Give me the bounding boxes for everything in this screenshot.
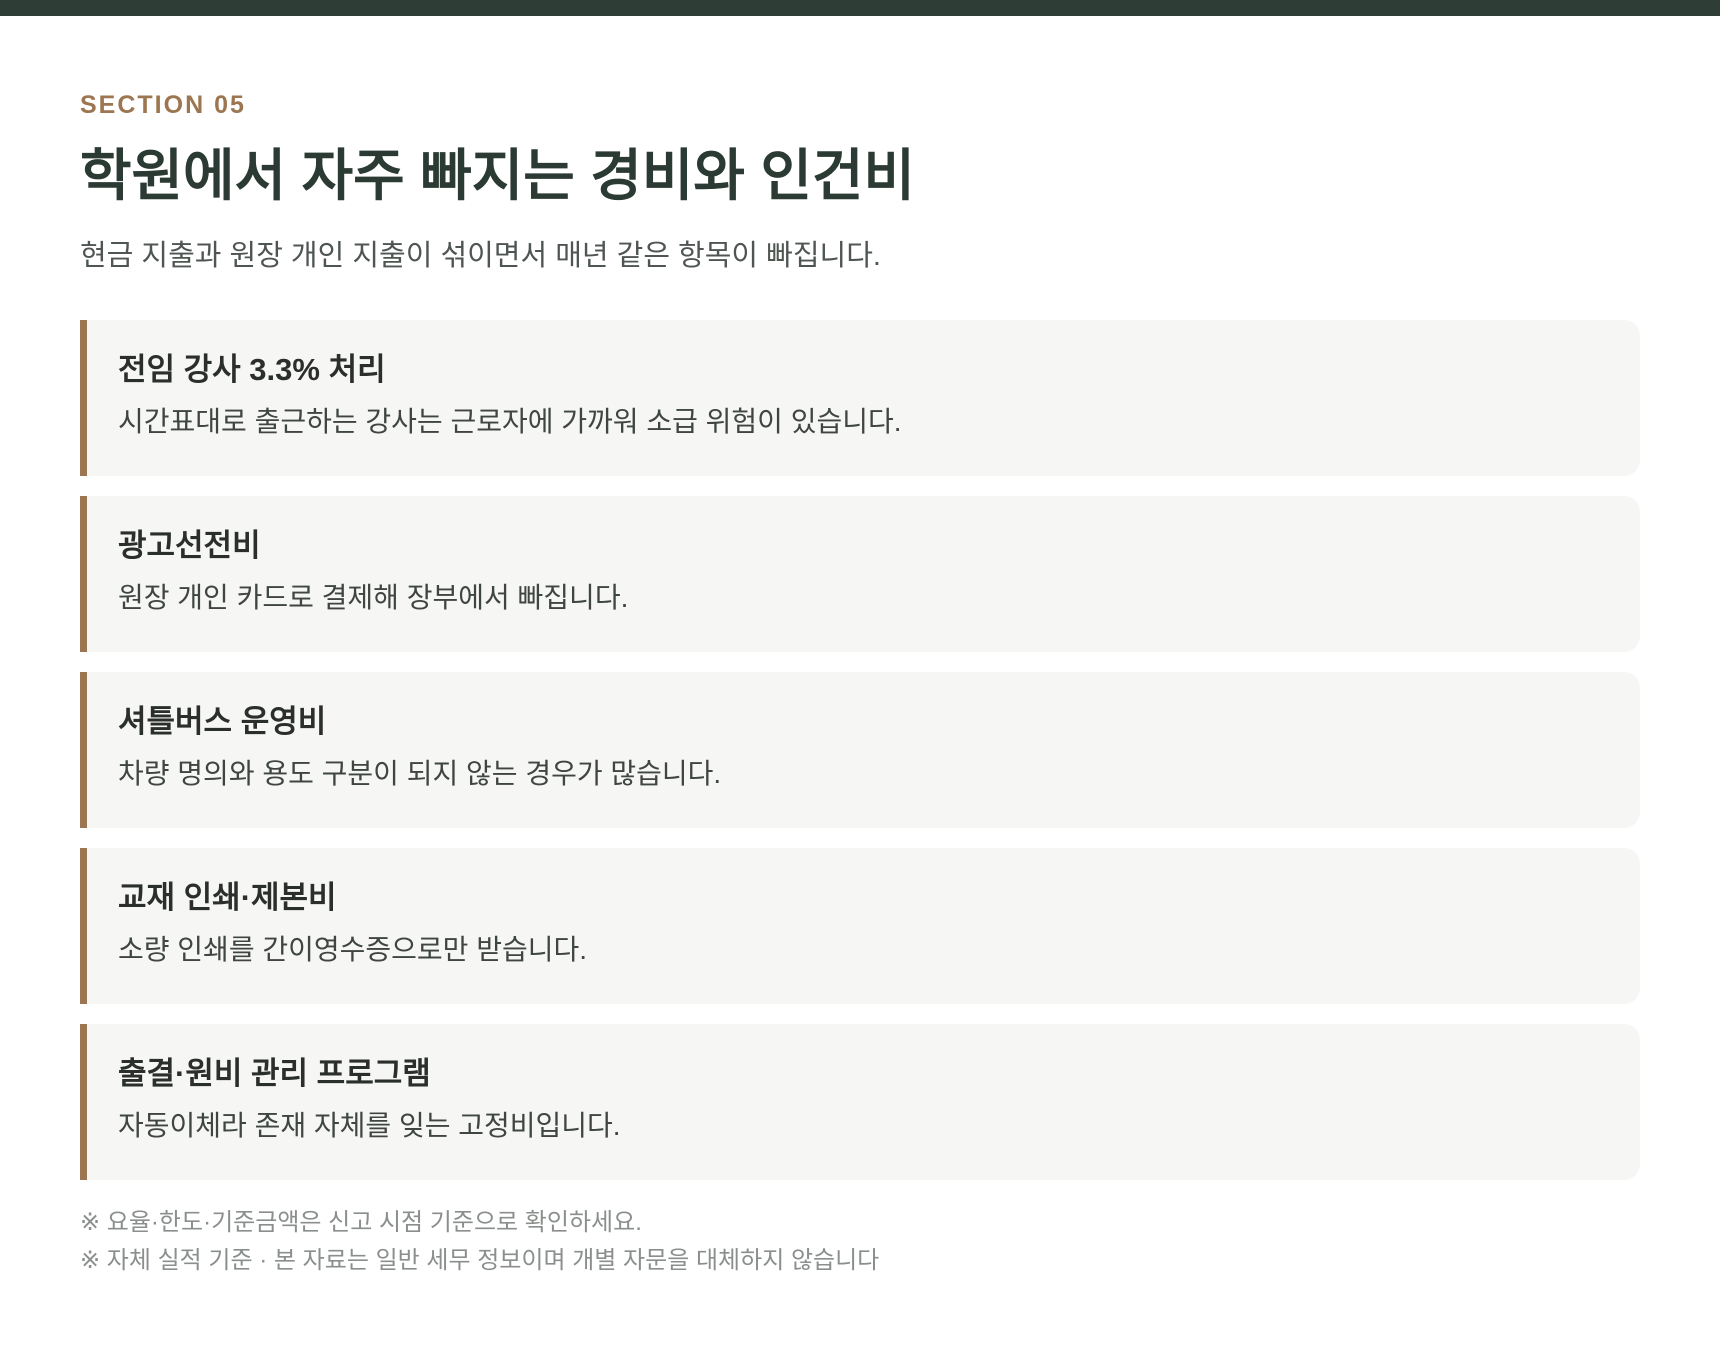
expense-card-description: 차량 명의와 용도 구분이 되지 않는 경우가 많습니다.: [118, 758, 722, 789]
expense-card-title: 교재 인쇄·제본비: [118, 880, 337, 915]
expense-card: 전임 강사 3.3% 처리 시간표대로 출근하는 강사는 근로자에 가까워 소급…: [80, 320, 1640, 476]
expense-card-description: 시간표대로 출근하는 강사는 근로자에 가까워 소급 위험이 있습니다.: [118, 406, 902, 437]
expense-card: 교재 인쇄·제본비 소량 인쇄를 간이영수증으로만 받습니다.: [80, 848, 1640, 1004]
footnote: ※ 자체 실적 기준 · 본 자료는 일반 세무 정보이며 개별 자문을 대체하…: [80, 1247, 880, 1274]
expense-card: 셔틀버스 운영비 차량 명의와 용도 구분이 되지 않는 경우가 많습니다.: [80, 672, 1640, 828]
expense-card-description: 소량 인쇄를 간이영수증으로만 받습니다.: [118, 934, 588, 965]
expense-card-title: 광고선전비: [118, 528, 261, 563]
expense-card-title: 전임 강사 3.3% 처리: [118, 352, 386, 387]
expense-card-title: 출결·원비 관리 프로그램: [118, 1056, 431, 1091]
footnotes: ※ 요율·한도·기준금액은 신고 시점 기준으로 확인하세요. ※ 자체 실적 …: [80, 1204, 1640, 1280]
expense-card: 광고선전비 원장 개인 카드로 결제해 장부에서 빠집니다.: [80, 496, 1640, 652]
page-title: 학원에서 자주 빠지는 경비와 인건비: [80, 144, 916, 207]
section-eyebrow: SECTION 05: [80, 91, 246, 119]
expense-card: 출결·원비 관리 프로그램 자동이체라 존재 자체를 잊는 고정비입니다.: [80, 1024, 1640, 1180]
expense-list: 전임 강사 3.3% 처리 시간표대로 출근하는 강사는 근로자에 가까워 소급…: [80, 320, 1640, 1180]
expense-card-description: 자동이체라 존재 자체를 잊는 고정비입니다.: [118, 1110, 621, 1141]
section-content: SECTION 05 학원에서 자주 빠지는 경비와 인건비 현금 지출과 원장…: [80, 90, 1640, 1280]
expense-card-description: 원장 개인 카드로 결제해 장부에서 빠집니다.: [118, 582, 629, 613]
top-bar: [0, 0, 1720, 16]
footnote: ※ 요율·한도·기준금액은 신고 시점 기준으로 확인하세요.: [80, 1209, 642, 1236]
expense-card-title: 셔틀버스 운영비: [118, 704, 327, 739]
page-subtitle: 현금 지출과 원장 개인 지출이 섞이면서 매년 같은 항목이 빠집니다.: [80, 240, 881, 272]
